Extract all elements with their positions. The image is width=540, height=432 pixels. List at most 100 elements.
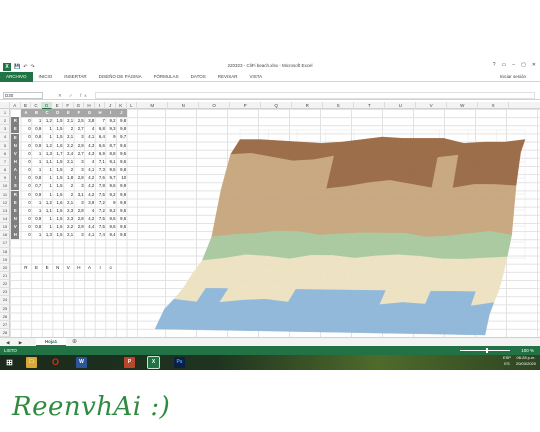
letter-cell[interactable]: R bbox=[11, 190, 20, 199]
value-cell[interactable]: 7,4 bbox=[94, 231, 105, 239]
value-cell[interactable]: 2,8 bbox=[73, 174, 84, 182]
powerpoint-icon[interactable]: P bbox=[124, 357, 135, 368]
value-cell[interactable]: 1,5 bbox=[52, 174, 63, 182]
value-cell[interactable]: 1 bbox=[41, 215, 52, 223]
column-header[interactable]: T bbox=[354, 102, 386, 109]
value-cell[interactable]: 0 bbox=[20, 150, 30, 158]
file-explorer-icon[interactable]: 🗀 bbox=[26, 357, 37, 368]
value-cell[interactable]: 0,9 bbox=[31, 142, 41, 150]
value-cell[interactable]: 2,8 bbox=[73, 207, 84, 215]
value-cell[interactable]: 3 bbox=[73, 166, 83, 174]
word-cell[interactable]: E bbox=[42, 264, 53, 272]
value-cell[interactable]: 2,2 bbox=[63, 142, 73, 150]
clock[interactable]: 06:28 p.m. 20/03/2020 bbox=[516, 355, 536, 367]
row-header[interactable]: 3 bbox=[0, 125, 10, 134]
value-cell[interactable]: 0 bbox=[20, 133, 30, 141]
value-cell[interactable]: 1,5 bbox=[52, 207, 63, 215]
value-cell[interactable]: 9,5 bbox=[105, 223, 116, 231]
row-header[interactable]: 7 bbox=[0, 158, 10, 167]
value-cell[interactable]: 7,5 bbox=[94, 215, 105, 223]
value-cell[interactable]: 2 bbox=[63, 166, 73, 174]
value-cell[interactable]: 2,7 bbox=[73, 150, 84, 158]
value-cell[interactable]: 3,8 bbox=[84, 117, 94, 125]
value-cell[interactable]: 2,2 bbox=[63, 223, 73, 231]
letter-cell[interactable]: R bbox=[11, 117, 20, 126]
value-cell[interactable]: 6,9 bbox=[94, 150, 105, 158]
column-header[interactable]: B bbox=[21, 102, 32, 109]
value-cell[interactable]: 9,5 bbox=[116, 150, 126, 158]
letter-cell[interactable]: V bbox=[11, 149, 20, 158]
header-cell[interactable]: A bbox=[20, 109, 32, 118]
value-cell[interactable]: 8,7 bbox=[105, 142, 116, 150]
ribbon-tab[interactable]: INICIO bbox=[33, 72, 59, 82]
header-cell[interactable]: C bbox=[41, 109, 53, 118]
ribbon-tab[interactable]: VISTA bbox=[244, 72, 269, 82]
value-cell[interactable]: 0,9 bbox=[31, 191, 41, 199]
value-cell[interactable]: 0,7 bbox=[31, 182, 41, 190]
letter-cell[interactable]: E bbox=[11, 198, 20, 207]
value-cell[interactable]: 7,8 bbox=[94, 182, 105, 190]
column-header[interactable]: O bbox=[199, 102, 231, 109]
value-cell[interactable]: 4 bbox=[84, 125, 94, 133]
value-cell[interactable]: 1 bbox=[41, 182, 52, 190]
value-cell[interactable]: 2,5 bbox=[73, 117, 84, 125]
column-header[interactable]: M bbox=[137, 102, 169, 109]
row-header[interactable]: 10 bbox=[0, 182, 10, 191]
value-cell[interactable]: 2 bbox=[63, 125, 73, 133]
value-cell[interactable]: 9,8 bbox=[116, 117, 126, 125]
row-header[interactable]: 9 bbox=[0, 174, 10, 183]
value-cell[interactable]: 1,3 bbox=[41, 231, 52, 239]
letter-cell[interactable]: N bbox=[11, 215, 20, 224]
column-header[interactable]: C bbox=[31, 102, 42, 109]
value-cell[interactable]: 9 bbox=[105, 199, 115, 207]
value-cell[interactable]: 3,1 bbox=[73, 191, 84, 199]
value-cell[interactable]: 2 bbox=[63, 182, 73, 190]
column-header[interactable]: S bbox=[323, 102, 355, 109]
value-cell[interactable]: 7,5 bbox=[94, 223, 105, 231]
value-cell[interactable]: 2,1 bbox=[63, 133, 73, 141]
value-cell[interactable]: 7,5 bbox=[94, 191, 105, 199]
word-cell[interactable]: V bbox=[63, 264, 74, 272]
value-cell[interactable]: 0 bbox=[20, 166, 30, 174]
value-cell[interactable]: 4,2 bbox=[84, 191, 94, 199]
ribbon-tab[interactable]: DISEÑO DE PÁGINA bbox=[93, 72, 148, 82]
close-button[interactable]: ✕ bbox=[532, 62, 536, 68]
value-cell[interactable]: 1,6 bbox=[52, 142, 63, 150]
letter-cell[interactable]: E bbox=[11, 206, 20, 215]
word-cell[interactable]: E bbox=[31, 264, 42, 272]
value-cell[interactable]: 9,9 bbox=[116, 182, 126, 190]
row-header[interactable]: 16 bbox=[0, 231, 10, 240]
value-cell[interactable]: 9,9 bbox=[116, 191, 126, 199]
ribbon-display-button[interactable]: ▭ bbox=[502, 62, 507, 68]
value-cell[interactable]: 2,1 bbox=[63, 158, 73, 166]
value-cell[interactable]: 1,5 bbox=[52, 125, 63, 133]
value-cell[interactable]: 1 bbox=[31, 150, 41, 158]
maximize-button[interactable]: ▢ bbox=[521, 62, 526, 68]
column-header[interactable]: E bbox=[52, 102, 63, 109]
zoom-thumb[interactable] bbox=[486, 348, 488, 353]
value-cell[interactable]: 1 bbox=[31, 166, 41, 174]
column-header[interactable]: G bbox=[74, 102, 85, 109]
value-cell[interactable]: 1,2 bbox=[41, 142, 52, 150]
value-cell[interactable]: 0 bbox=[20, 174, 30, 182]
row-header[interactable]: 11 bbox=[0, 191, 10, 199]
ribbon-tab[interactable]: FÓRMULAS bbox=[148, 72, 185, 82]
value-cell[interactable]: 3 bbox=[73, 182, 83, 190]
letter-cell[interactable]: S bbox=[11, 182, 20, 191]
value-cell[interactable]: 9 bbox=[105, 133, 115, 141]
photoshop-icon[interactable]: Ps bbox=[174, 357, 185, 368]
value-cell[interactable]: 0,8 bbox=[31, 133, 41, 141]
row-header[interactable]: 21 bbox=[0, 272, 10, 281]
name-box[interactable]: D30 bbox=[3, 92, 43, 99]
value-cell[interactable]: 1,5 bbox=[52, 117, 63, 125]
word-icon[interactable]: W bbox=[76, 357, 87, 368]
value-cell[interactable]: 9,5 bbox=[105, 215, 116, 223]
value-cell[interactable]: 3,9 bbox=[84, 199, 94, 207]
value-cell[interactable]: 9,7 bbox=[105, 174, 116, 182]
word-cell[interactable]: A bbox=[84, 264, 95, 272]
value-cell[interactable]: 0,8 bbox=[31, 223, 41, 231]
value-cell[interactable]: 9,6 bbox=[116, 215, 126, 223]
value-cell[interactable]: 1 bbox=[31, 117, 41, 125]
column-header[interactable]: A bbox=[10, 102, 21, 109]
value-cell[interactable]: 0 bbox=[20, 158, 30, 166]
